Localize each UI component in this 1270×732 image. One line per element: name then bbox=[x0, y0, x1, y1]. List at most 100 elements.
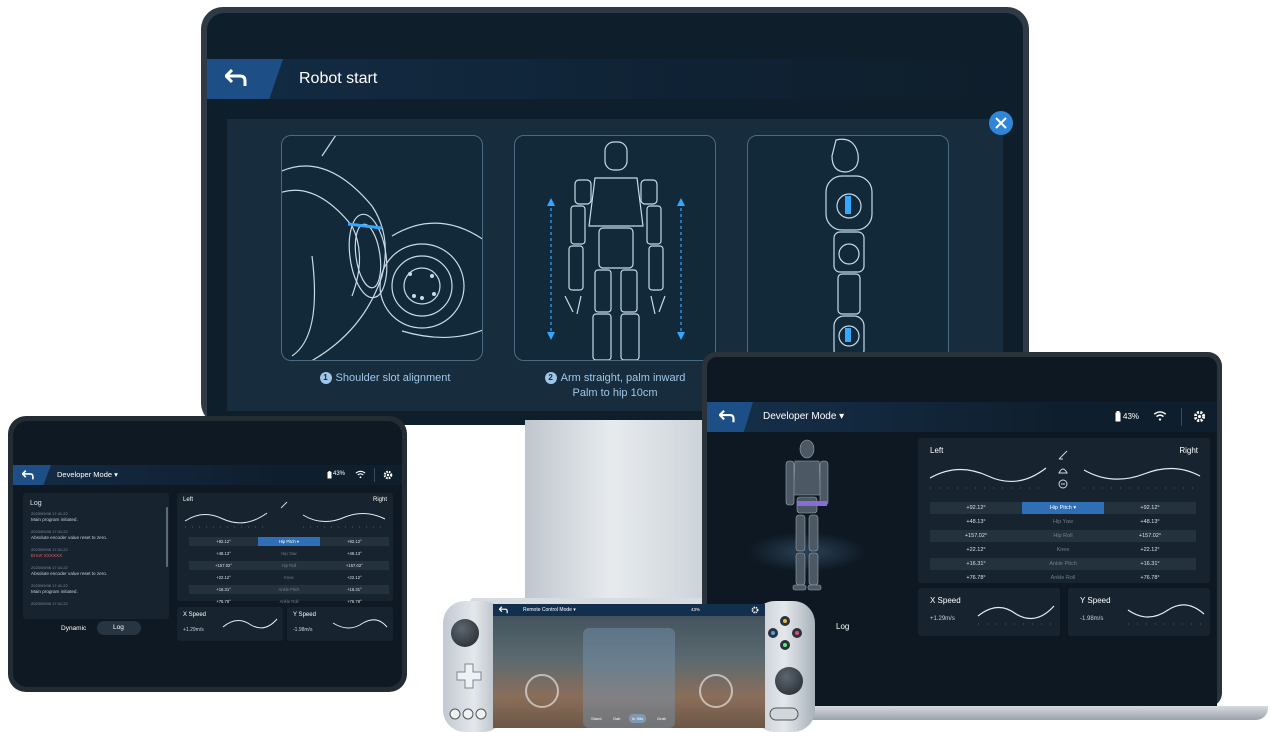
pen-icon[interactable] bbox=[1058, 450, 1068, 460]
step-caption-2: 2 Arm straight, palm inward Palm to hip 1… bbox=[515, 371, 715, 401]
gear-icon[interactable] bbox=[383, 470, 393, 480]
joint-right-value: +76.78° bbox=[347, 599, 362, 605]
log-text: Absolute encoder value reset to zero. bbox=[31, 535, 108, 540]
robot-front-illustration bbox=[547, 141, 685, 360]
menu-buttons[interactable] bbox=[449, 707, 487, 721]
joint-row[interactable]: +48.13° Hip Yaw +48.13° bbox=[930, 516, 1196, 528]
joint-name: Hip Roll bbox=[1053, 533, 1073, 540]
wifi-icon bbox=[1153, 411, 1167, 421]
joint-row[interactable]: +157.02° Hip Roll +157.02° bbox=[189, 561, 389, 570]
joint-left-value: +22.12° bbox=[216, 575, 231, 581]
y-speed-wave bbox=[1127, 604, 1205, 625]
joint-row[interactable]: +22.12° Knee +22.12° bbox=[930, 544, 1196, 556]
joint-name: Hip Yaw bbox=[1053, 519, 1073, 526]
header-divider bbox=[1181, 408, 1182, 426]
close-button[interactable] bbox=[989, 111, 1013, 135]
joint-row[interactable]: +76.78° Ankle Roll +76.78° bbox=[930, 572, 1196, 584]
joint-row[interactable]: +16.31° Ankle Pitch +16.31° bbox=[930, 558, 1196, 570]
robot-figure bbox=[785, 439, 829, 591]
battery-level: 43% bbox=[691, 607, 701, 612]
mode-selector[interactable]: Remote Control Mode ▾ bbox=[523, 607, 576, 613]
step-number-2: 2 bbox=[544, 372, 557, 384]
step-card-side bbox=[747, 135, 949, 361]
joint-left-value: +48.13° bbox=[216, 551, 231, 557]
dpad-icon[interactable] bbox=[456, 663, 482, 689]
joint-row[interactable]: +157.02° Hip Roll +157.02° bbox=[930, 530, 1196, 542]
joint-row[interactable]: +16.31° Ankle Pitch +16.31° bbox=[189, 585, 389, 594]
joint-right-value: +76.78° bbox=[1140, 575, 1160, 582]
tablet-back-button[interactable] bbox=[13, 465, 51, 485]
gear-icon[interactable] bbox=[1193, 410, 1206, 423]
joint-name: Hip Roll bbox=[281, 563, 297, 569]
reset-icon[interactable] bbox=[1058, 479, 1068, 489]
log-time: 2023/09/06 17:41:22 bbox=[31, 601, 68, 606]
monitor-header: Robot start bbox=[207, 59, 1023, 99]
back-button[interactable] bbox=[207, 59, 283, 99]
back-arrow-icon bbox=[22, 470, 34, 480]
joint-left-value: +76.78° bbox=[216, 599, 231, 605]
y-speed-value: -1.98m/s bbox=[293, 627, 313, 633]
face-buttons-icon[interactable] bbox=[767, 615, 803, 651]
shoulder-illustration bbox=[282, 136, 482, 360]
joint-name[interactable]: Hip Pitch ▾ bbox=[1022, 502, 1104, 514]
joint-name: Ankle Roll bbox=[1050, 575, 1076, 582]
joint-right-value: +16.31° bbox=[1140, 561, 1160, 568]
mode-in-situ[interactable]: In Situ bbox=[629, 714, 647, 723]
joint-row[interactable]: +92.12° Hip Pitch ▾ +92.12° bbox=[930, 502, 1196, 514]
x-speed-panel: X Speed +1.29m/s bbox=[177, 607, 283, 641]
chart-left-label: Left bbox=[930, 446, 944, 455]
mode-grab[interactable]: Grab bbox=[657, 716, 666, 721]
joint-name: Ankle Roll bbox=[279, 599, 299, 605]
virtual-joystick-right[interactable] bbox=[699, 674, 733, 708]
mode-stand[interactable]: Stand bbox=[591, 716, 601, 721]
x-speed-label: X Speed bbox=[930, 596, 961, 605]
joint-left-value: +157.02° bbox=[964, 533, 988, 540]
joint-row[interactable]: +76.78° Ankle Roll +76.78° bbox=[189, 597, 389, 606]
page-title: Robot start bbox=[299, 70, 378, 87]
tab-log-pill[interactable]: Log bbox=[97, 621, 141, 635]
tab-dynamic[interactable]: Dynamic bbox=[61, 625, 86, 632]
settings-icon[interactable] bbox=[751, 606, 759, 614]
chart-left-label: Left bbox=[183, 497, 194, 503]
chart-right-label: Right bbox=[1179, 446, 1198, 455]
joint-right-value: +16.31° bbox=[347, 587, 362, 593]
robot-head-icon[interactable] bbox=[1058, 466, 1068, 474]
pen-icon[interactable] bbox=[280, 501, 288, 509]
laptop-back-button[interactable] bbox=[707, 402, 753, 432]
joint-row[interactable]: +22.12° Knee +22.12° bbox=[189, 573, 389, 582]
joint-left-value: +92.12° bbox=[966, 505, 986, 512]
right-joystick[interactable] bbox=[775, 667, 803, 695]
x-speed-value: +1.29m/s bbox=[930, 616, 955, 622]
log-tab[interactable]: Log bbox=[836, 622, 849, 631]
joint-left-value: +16.31° bbox=[966, 561, 986, 568]
left-joystick[interactable] bbox=[451, 619, 479, 647]
robot-side-illustration bbox=[825, 138, 873, 360]
right-wave bbox=[1083, 467, 1201, 489]
tablet-header: Developer Mode ▾ 43% bbox=[13, 465, 402, 485]
x-speed-wave bbox=[222, 618, 278, 629]
mode-selector[interactable]: Developer Mode ▾ bbox=[763, 411, 844, 422]
mode-selector[interactable]: Developer Mode ▾ bbox=[57, 470, 118, 479]
step-caption-1-text: Shoulder slot alignment bbox=[335, 372, 451, 384]
joint-name: Knee bbox=[284, 575, 294, 581]
joint-row[interactable]: +92.12° Hip Pitch ▾ +92.12° bbox=[189, 537, 389, 546]
action-menu[interactable]: Stand Gait In Situ Grab bbox=[583, 628, 675, 728]
mode-gait[interactable]: Gait bbox=[613, 716, 620, 721]
virtual-joystick-left[interactable] bbox=[525, 674, 559, 708]
joint-left-value: +157.02° bbox=[215, 563, 233, 569]
joint-left-value: +76.78° bbox=[966, 575, 986, 582]
log-text: Error! XXXXXX bbox=[31, 553, 63, 558]
joint-row[interactable]: +48.13° Hip Yaw +48.13° bbox=[189, 549, 389, 558]
joint-name[interactable]: Hip Pitch ▾ bbox=[258, 537, 320, 546]
log-scrollbar[interactable] bbox=[166, 507, 168, 567]
round-buttons-icon bbox=[449, 708, 487, 720]
joint-right-value: +157.02° bbox=[345, 563, 363, 569]
shoulder-button-icon[interactable] bbox=[769, 707, 799, 721]
log-entry: 2023/09/06 17:41:22 Absolute encoder valu… bbox=[31, 529, 159, 541]
log-entry-error: 2023/09/06 17:41:22 Error! XXXXXX bbox=[31, 547, 159, 559]
y-speed-wave bbox=[332, 619, 388, 629]
right-wave bbox=[302, 513, 386, 528]
step-caption-2-line1: Arm straight, palm inward bbox=[560, 372, 686, 384]
back-arrow-icon[interactable] bbox=[499, 606, 508, 614]
mode-bar: Stand Gait In Situ Grab bbox=[587, 714, 671, 724]
